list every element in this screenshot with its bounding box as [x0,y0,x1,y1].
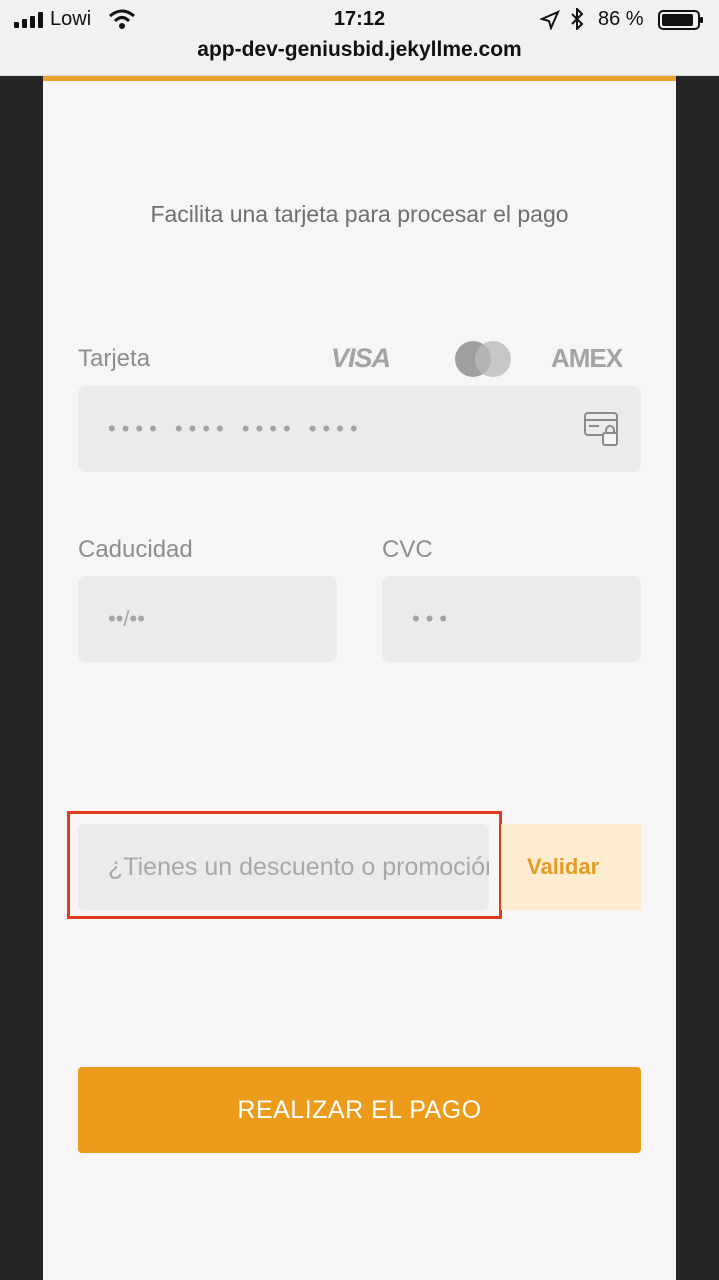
make-payment-button[interactable]: REALIZAR EL PAGO [78,1067,641,1153]
cvc-input[interactable]: ••• [382,576,641,662]
card-number-label: Tarjeta [78,345,151,372]
validate-promo-button[interactable]: Validar [501,824,641,910]
mastercard-logo [455,341,511,377]
bluetooth-icon [571,8,584,30]
browser-top-bar: Lowi 17:12 86 % app-dev-geniusbid.jekyll… [0,0,719,76]
location-arrow-icon [540,10,560,30]
battery-percentage: 86 % [598,8,644,30]
amex-logo: AMEX [551,343,623,373]
promo-code-input[interactable]: ¿Tienes un descuento o promoción? [78,824,489,910]
status-bar: Lowi 17:12 86 % [0,0,719,38]
cvc-label: CVC [382,536,433,563]
promo-code-placeholder: ¿Tienes un descuento o promoción? [108,852,489,881]
cvc-placeholder: ••• [412,606,454,631]
card-number-placeholder: •••• •••• •••• •••• [108,416,364,441]
expiry-input[interactable]: ••/•• [78,576,337,662]
card-number-input[interactable]: •••• •••• •••• •••• [78,386,641,472]
visa-logo: VISA [331,343,391,373]
expiry-placeholder: ••/•• [108,606,145,631]
expiry-label: Caducidad [78,536,193,563]
battery-icon [658,10,703,30]
payment-intro-text: Facilita una tarjeta para procesar el pa… [150,201,569,227]
payment-form: Facilita una tarjeta para procesar el pa… [43,76,676,1280]
url-bar[interactable]: app-dev-geniusbid.jekyllme.com [0,38,719,62]
secure-card-icon [584,412,618,446]
